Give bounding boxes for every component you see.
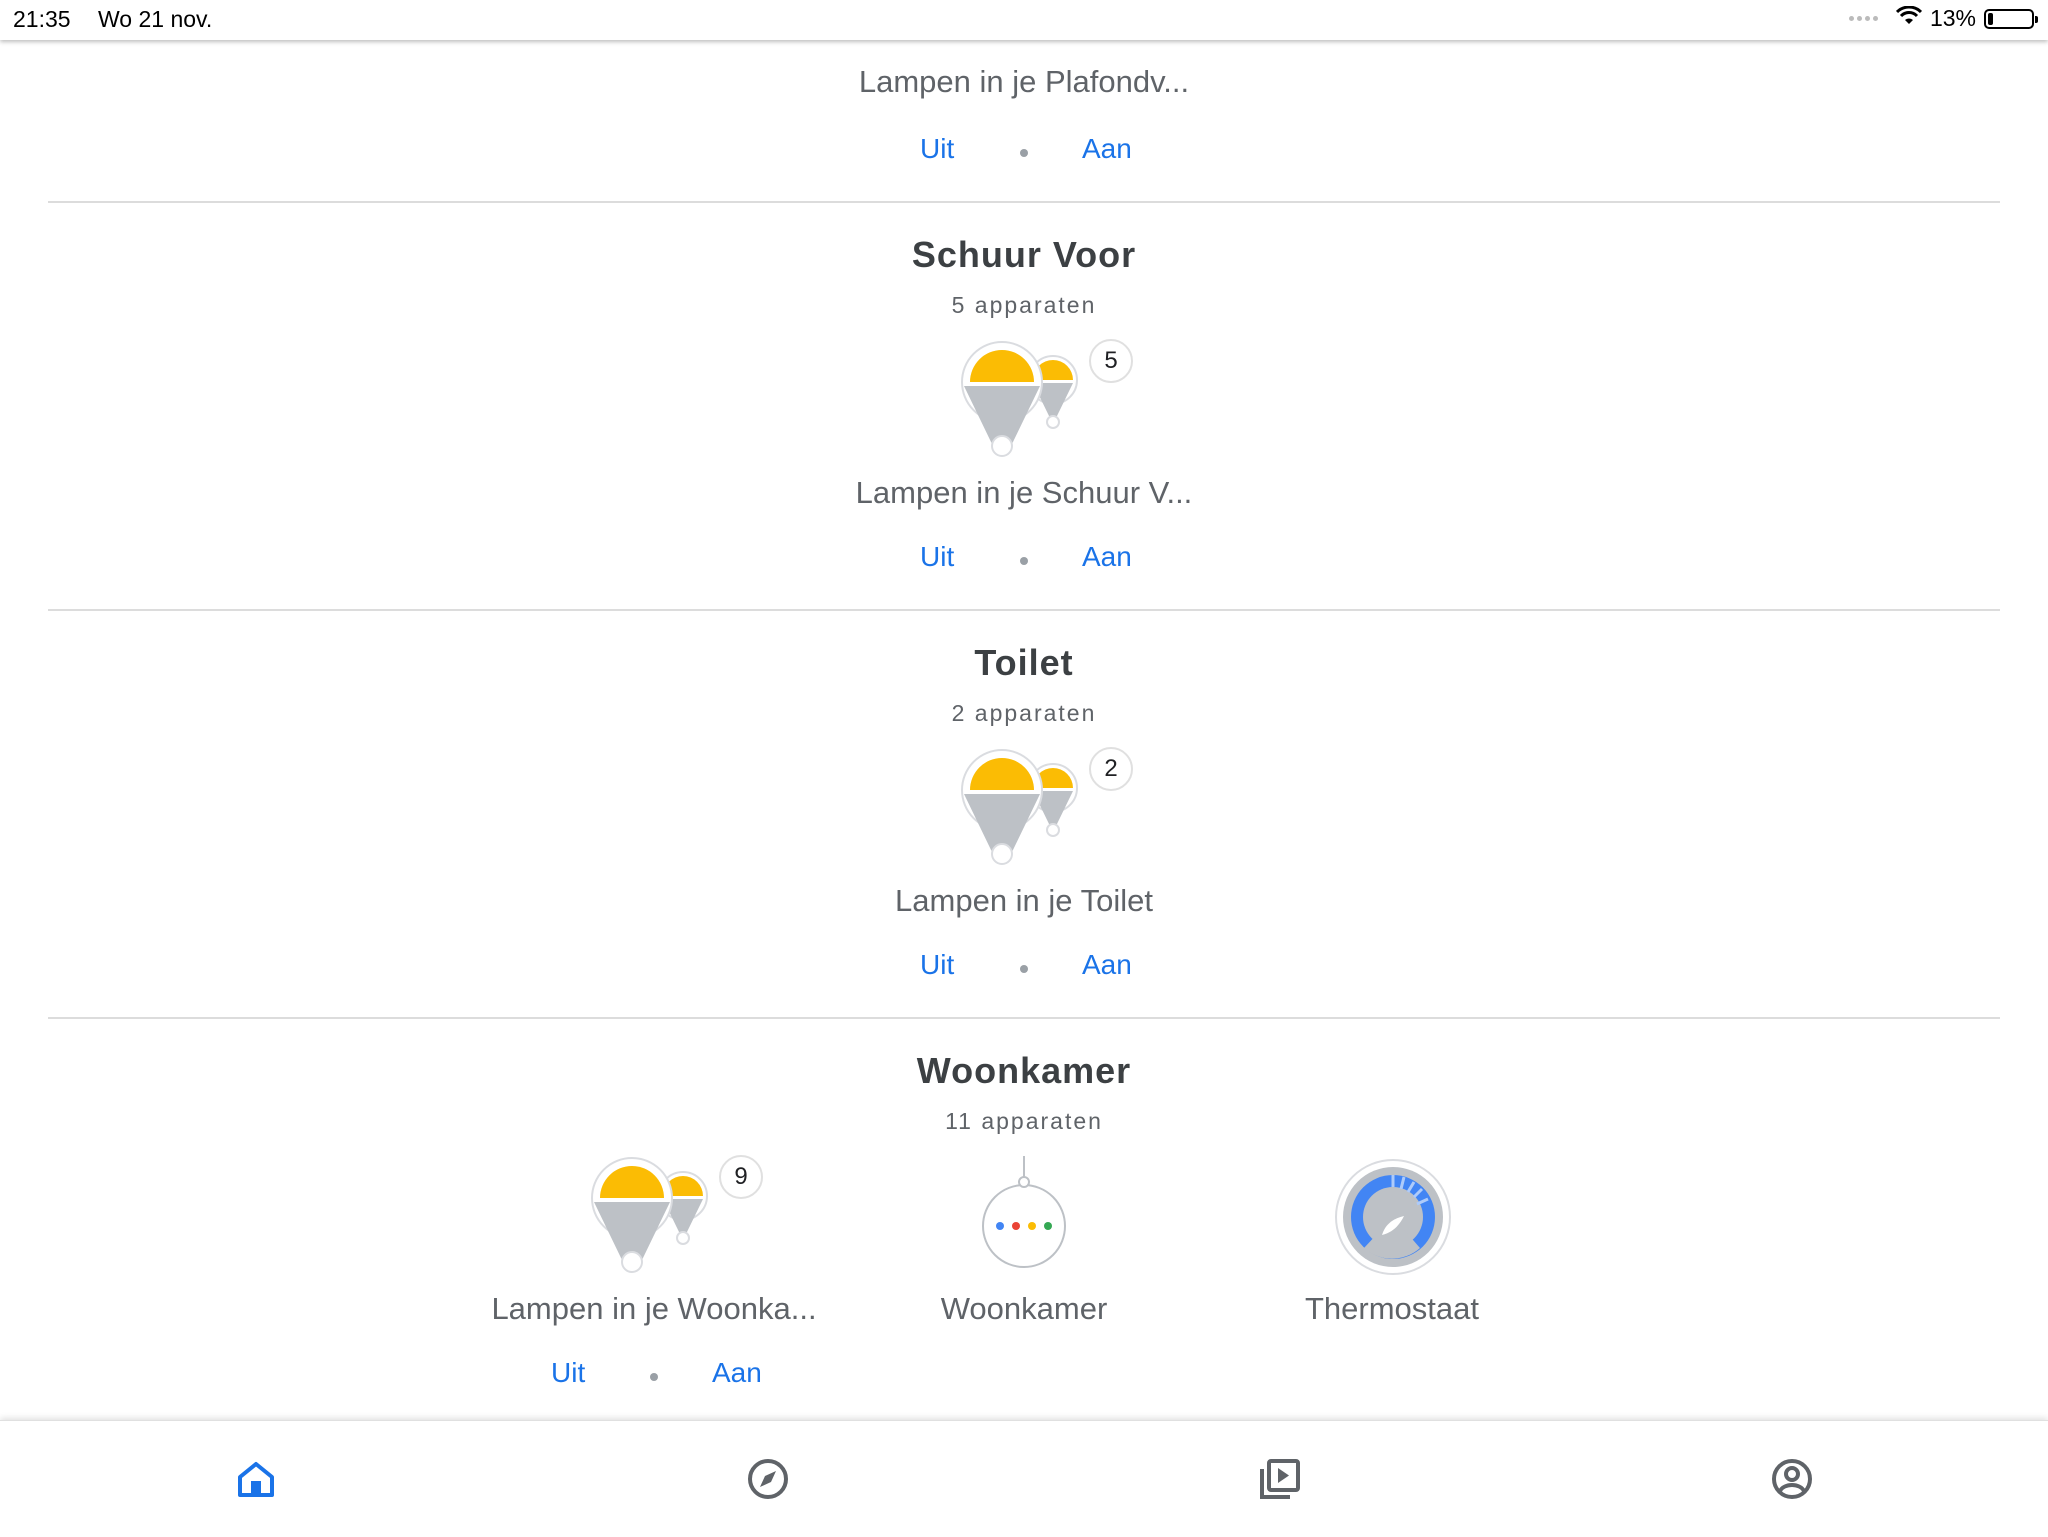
device-count-badge: 5 xyxy=(1089,339,1133,383)
separator-dot xyxy=(1020,965,1028,973)
room-title[interactable]: Toilet xyxy=(0,642,2048,684)
wifi-icon xyxy=(1895,5,1923,32)
room-actions: Uit Aan xyxy=(920,541,1140,581)
status-right: 13% xyxy=(1848,5,2038,32)
lamp-group-icon[interactable] xyxy=(958,340,1088,460)
speaker-label[interactable]: Woonkamer xyxy=(844,1291,1204,1327)
divider xyxy=(48,1017,2000,1019)
battery-percent: 13% xyxy=(1929,5,1976,31)
thermostat-label[interactable]: Thermostaat xyxy=(1212,1291,1572,1327)
device-count-badge: 9 xyxy=(719,1155,763,1199)
device-count: 5 apparaten xyxy=(951,292,1097,318)
device-label[interactable]: Lampen in je Schuur V... xyxy=(780,475,1268,511)
divider xyxy=(48,609,2000,611)
room-title[interactable]: Schuur Voor xyxy=(0,234,2048,276)
divider xyxy=(48,201,2000,203)
battery-icon xyxy=(1984,8,2038,29)
rooms-list[interactable]: Lampen in je Plafondv... Uit Aan Schuur … xyxy=(0,0,2048,1420)
off-button[interactable]: Uit xyxy=(920,541,954,573)
battery-level xyxy=(1988,12,1993,25)
status-date: Wo 21 nov. xyxy=(98,6,213,32)
nav-discover[interactable] xyxy=(740,1451,796,1507)
separator-dot xyxy=(1020,149,1028,157)
media-icon xyxy=(1260,1459,1300,1499)
status-time: 21:35 xyxy=(13,6,71,32)
account-icon xyxy=(1772,1459,1812,1499)
cellular-signal-icon xyxy=(1848,16,1878,21)
on-button[interactable]: Aan xyxy=(1082,541,1132,573)
home-icon xyxy=(238,1462,274,1497)
thermostat-icon[interactable] xyxy=(1334,1158,1452,1276)
nav-media[interactable] xyxy=(1252,1451,1308,1507)
speaker-icon[interactable] xyxy=(974,1156,1074,1274)
on-button[interactable]: Aan xyxy=(1082,133,1132,165)
room-title[interactable]: Woonkamer xyxy=(0,1050,2048,1092)
device-count: 2 apparaten xyxy=(951,700,1097,726)
on-button[interactable]: Aan xyxy=(1082,949,1132,981)
bottom-navigation xyxy=(0,1420,2048,1537)
off-button[interactable]: Uit xyxy=(551,1357,585,1389)
room-actions: Uit Aan xyxy=(920,949,1140,989)
device-label[interactable]: Lampen in je Toilet xyxy=(780,883,1268,919)
separator-dot xyxy=(1020,557,1028,565)
separator-dot xyxy=(650,1373,658,1381)
device-count-badge: 2 xyxy=(1089,747,1133,791)
room-actions: Uit Aan xyxy=(551,1357,771,1397)
on-button[interactable]: Aan xyxy=(712,1357,762,1389)
off-button[interactable]: Uit xyxy=(920,133,954,165)
lamp-group-icon[interactable] xyxy=(958,748,1088,868)
room-actions: Uit Aan xyxy=(920,133,1140,173)
device-count: 11 apparaten xyxy=(945,1108,1103,1134)
discover-icon xyxy=(748,1459,788,1499)
device-label[interactable]: Lampen in je Plafondv... xyxy=(780,64,1268,100)
status-bar: 21:35 Wo 21 nov. 13% xyxy=(0,0,2048,40)
lamp-group-icon[interactable] xyxy=(588,1156,718,1276)
nav-account[interactable] xyxy=(1764,1451,1820,1507)
off-button[interactable]: Uit xyxy=(920,949,954,981)
nav-home[interactable] xyxy=(228,1451,284,1507)
device-label[interactable]: Lampen in je Woonka... xyxy=(410,1291,898,1327)
